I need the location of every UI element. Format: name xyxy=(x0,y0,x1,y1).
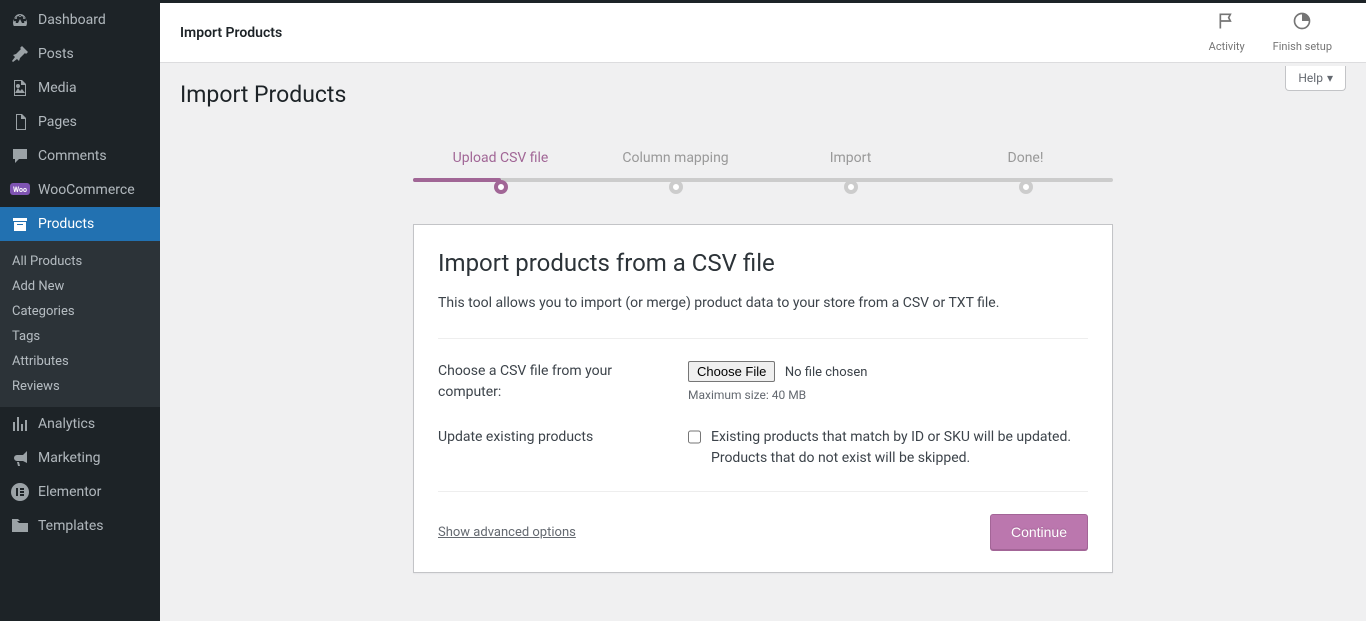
main-header: Import Products Activity Finish setup xyxy=(160,3,1366,63)
card-title: Import products from a CSV file xyxy=(438,249,1088,277)
sidebar-item-marketing[interactable]: Marketing xyxy=(0,441,160,475)
step-mapping: Column mapping xyxy=(588,150,763,194)
submenu-reviews[interactable]: Reviews xyxy=(0,374,160,399)
help-label: Help xyxy=(1298,71,1323,85)
submenu-add-new[interactable]: Add New xyxy=(0,274,160,299)
pin-icon xyxy=(10,44,30,64)
progress-icon xyxy=(1273,11,1332,31)
chart-icon xyxy=(10,414,30,434)
step-label: Import xyxy=(830,150,872,166)
finish-setup-button[interactable]: Finish setup xyxy=(1259,11,1346,54)
svg-text:Woo: Woo xyxy=(13,186,27,194)
sidebar-item-label: Analytics xyxy=(38,416,95,432)
sidebar-item-label: Elementor xyxy=(38,484,101,500)
help-tab[interactable]: Help ▾ xyxy=(1285,66,1346,91)
update-label: Update existing products xyxy=(438,427,688,469)
megaphone-icon xyxy=(10,448,30,468)
update-checkbox-row[interactable]: Existing products that match by ID or SK… xyxy=(688,427,1088,469)
sidebar-item-pages[interactable]: Pages xyxy=(0,105,160,139)
sidebar-item-templates[interactable]: Templates xyxy=(0,509,160,543)
dashboard-icon xyxy=(10,10,30,30)
step-dot xyxy=(494,180,508,194)
header-title: Import Products xyxy=(180,25,282,41)
sidebar-item-media[interactable]: Media xyxy=(0,71,160,105)
elementor-icon xyxy=(10,482,30,502)
max-size-hint: Maximum size: 40 MB xyxy=(688,388,1088,402)
update-checkbox[interactable] xyxy=(688,429,701,445)
step-label: Upload CSV file xyxy=(453,150,549,166)
sidebar-item-elementor[interactable]: Elementor xyxy=(0,475,160,509)
sidebar-item-products[interactable]: Products xyxy=(0,207,160,241)
sidebar-item-analytics[interactable]: Analytics xyxy=(0,407,160,441)
submenu-tags[interactable]: Tags xyxy=(0,324,160,349)
submenu-attributes[interactable]: Attributes xyxy=(0,349,160,374)
show-advanced-link[interactable]: Show advanced options xyxy=(438,525,576,540)
sidebar-item-posts[interactable]: Posts xyxy=(0,37,160,71)
archive-icon xyxy=(10,214,30,234)
sidebar-item-label: Media xyxy=(38,80,77,96)
submenu-categories[interactable]: Categories xyxy=(0,299,160,324)
sidebar-item-label: Posts xyxy=(38,46,74,62)
woo-icon: Woo xyxy=(10,180,30,200)
sidebar-item-label: Marketing xyxy=(38,450,101,466)
step-import: Import xyxy=(763,150,938,194)
step-dot xyxy=(669,180,683,194)
import-card: Import products from a CSV file This too… xyxy=(413,224,1113,573)
sidebar-item-comments[interactable]: Comments xyxy=(0,139,160,173)
products-submenu: All Products Add New Categories Tags Att… xyxy=(0,241,160,407)
chevron-down-icon: ▾ xyxy=(1327,71,1333,85)
sidebar-item-label: Templates xyxy=(38,518,104,534)
pages-icon xyxy=(10,112,30,132)
submenu-all-products[interactable]: All Products xyxy=(0,249,160,274)
card-description: This tool allows you to import (or merge… xyxy=(438,293,1088,314)
step-dot xyxy=(1019,180,1033,194)
flag-icon xyxy=(1209,11,1245,31)
continue-button[interactable]: Continue xyxy=(990,514,1088,550)
activity-button[interactable]: Activity xyxy=(1195,11,1259,54)
sidebar-item-dashboard[interactable]: Dashboard xyxy=(0,3,160,37)
sidebar-item-label: WooCommerce xyxy=(38,182,135,198)
file-status: No file chosen xyxy=(785,365,868,380)
finish-setup-label: Finish setup xyxy=(1273,40,1332,53)
sidebar-item-woocommerce[interactable]: Woo WooCommerce xyxy=(0,173,160,207)
folder-icon xyxy=(10,516,30,536)
import-stepper: Upload CSV file Column mapping Import Do… xyxy=(413,150,1113,194)
step-label: Done! xyxy=(1008,150,1044,166)
comment-icon xyxy=(10,146,30,166)
step-done: Done! xyxy=(938,150,1113,194)
media-icon xyxy=(10,78,30,98)
step-dot xyxy=(844,180,858,194)
sidebar-item-label: Products xyxy=(38,216,94,232)
update-description: Existing products that match by ID or SK… xyxy=(711,427,1088,469)
activity-label: Activity xyxy=(1209,40,1245,53)
step-label: Column mapping xyxy=(622,150,728,166)
page-title: Import Products xyxy=(180,63,1346,128)
file-label: Choose a CSV file from your computer: xyxy=(438,361,688,403)
choose-file-button[interactable]: Choose File xyxy=(688,361,775,382)
admin-sidebar: Dashboard Posts Media Pages Comments Woo… xyxy=(0,3,160,621)
step-upload: Upload CSV file xyxy=(413,150,588,194)
sidebar-item-label: Dashboard xyxy=(38,12,106,28)
sidebar-item-label: Comments xyxy=(38,148,107,164)
sidebar-item-label: Pages xyxy=(38,114,77,130)
